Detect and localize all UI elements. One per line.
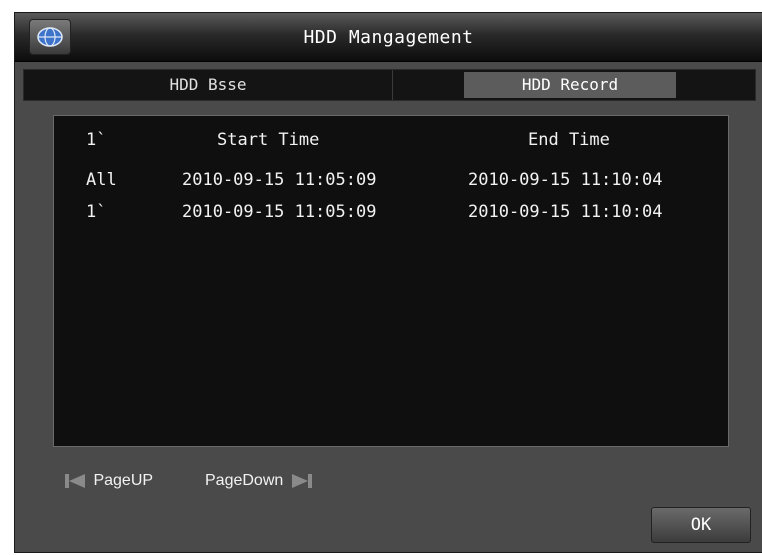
end-time-header: End Time xyxy=(528,130,610,150)
ok-button[interactable]: OK xyxy=(651,507,751,543)
start-time-header: Start Time xyxy=(217,130,320,150)
record-list: 1` Start Time End Time All 2010-09-15 11… xyxy=(53,115,729,447)
page-down-label: PageDown xyxy=(205,472,284,490)
skip-previous-icon xyxy=(63,472,93,489)
list-item[interactable]: 1` 2010-09-15 11:05:09 2010-09-15 11:10:… xyxy=(54,202,728,226)
tab-hdd-record[interactable]: HDD Record xyxy=(464,72,676,98)
page-down-button[interactable]: PageDown xyxy=(205,471,314,491)
list-header: 1` Start Time End Time xyxy=(54,130,728,154)
list-item[interactable]: All 2010-09-15 11:05:09 2010-09-15 11:10… xyxy=(54,170,728,194)
skip-next-icon xyxy=(288,472,314,489)
record-channel: All xyxy=(86,170,117,190)
record-start-time: 2010-09-15 11:05:09 xyxy=(182,202,377,222)
window-title: HDD Mangagement xyxy=(303,27,474,48)
record-end-time: 2010-09-15 11:10:04 xyxy=(468,170,663,190)
page-up-button[interactable]: PageUP xyxy=(63,471,153,491)
record-start-time: 2010-09-15 11:05:09 xyxy=(182,170,377,190)
hdd-management-window: HDD Mangagement HDD Bsse HDD Record 1` S… xyxy=(14,12,762,553)
record-end-time: 2010-09-15 11:10:04 xyxy=(468,202,663,222)
tab-hdd-base[interactable]: HDD Bsse xyxy=(24,70,393,100)
record-channel: 1` xyxy=(86,202,107,222)
channel-header: 1` xyxy=(86,130,107,150)
page-up-label: PageUP xyxy=(93,472,154,490)
tab-bar: HDD Bsse HDD Record xyxy=(23,69,756,101)
title-bar: HDD Mangagement xyxy=(15,13,762,62)
